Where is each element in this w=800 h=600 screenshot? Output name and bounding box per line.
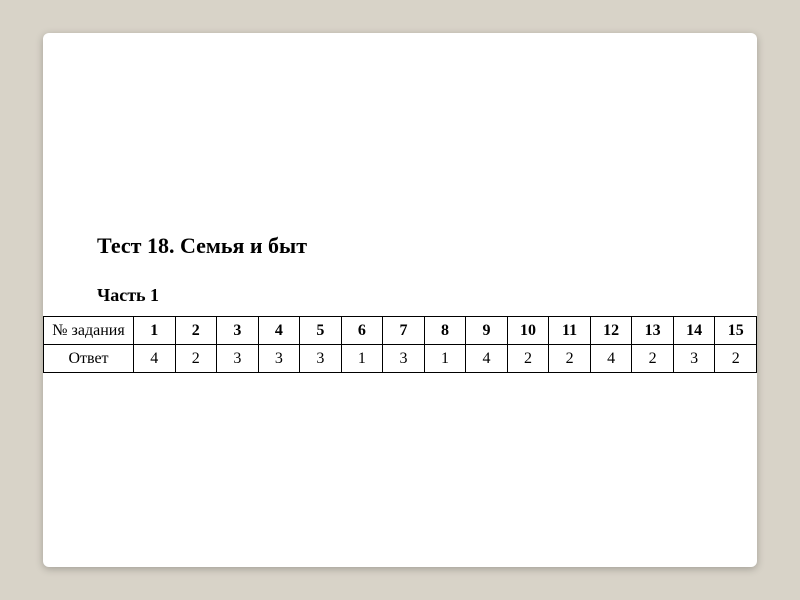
number-cell: 14 [673, 317, 715, 345]
number-cell: 11 [549, 317, 591, 345]
number-cell: 2 [175, 317, 217, 345]
number-cell: 5 [300, 317, 342, 345]
answer-cell: 3 [258, 345, 300, 373]
number-cell: 4 [258, 317, 300, 345]
table-answer-row: Ответ 4 2 3 3 3 1 3 1 4 2 2 4 2 3 2 [44, 345, 757, 373]
answer-table: № задания 1 2 3 4 5 6 7 8 9 10 11 12 13 … [43, 316, 757, 373]
answer-cell: 4 [590, 345, 632, 373]
answer-cell: 3 [300, 345, 342, 373]
number-cell: 9 [466, 317, 508, 345]
answer-cell: 2 [175, 345, 217, 373]
answer-cell: 2 [549, 345, 591, 373]
table-header-row: № задания 1 2 3 4 5 6 7 8 9 10 11 12 13 … [44, 317, 757, 345]
content-band: Тест 18. Семья и быт Часть 1 № задания 1… [43, 233, 757, 373]
number-cell: 12 [590, 317, 632, 345]
number-cell: 7 [383, 317, 425, 345]
document-card: Тест 18. Семья и быт Часть 1 № задания 1… [43, 33, 757, 567]
number-cell: 13 [632, 317, 674, 345]
test-title: Тест 18. Семья и быт [97, 233, 757, 259]
part-label: Часть 1 [97, 285, 757, 306]
answer-cell: 3 [673, 345, 715, 373]
number-cell: 10 [507, 317, 549, 345]
answer-cell: 2 [632, 345, 674, 373]
answer-cell: 4 [466, 345, 508, 373]
number-cell: 1 [134, 317, 176, 345]
number-cell: 8 [424, 317, 466, 345]
answer-cell: 3 [383, 345, 425, 373]
number-cell: 6 [341, 317, 383, 345]
answer-table-wrap: № задания 1 2 3 4 5 6 7 8 9 10 11 12 13 … [43, 316, 757, 373]
number-cell: 15 [715, 317, 757, 345]
answer-cell: 2 [715, 345, 757, 373]
number-cell: 3 [217, 317, 259, 345]
answer-label-cell: Ответ [44, 345, 134, 373]
header-label-cell: № задания [44, 317, 134, 345]
answer-cell: 1 [341, 345, 383, 373]
answer-cell: 2 [507, 345, 549, 373]
answer-cell: 1 [424, 345, 466, 373]
answer-cell: 4 [134, 345, 176, 373]
answer-cell: 3 [217, 345, 259, 373]
